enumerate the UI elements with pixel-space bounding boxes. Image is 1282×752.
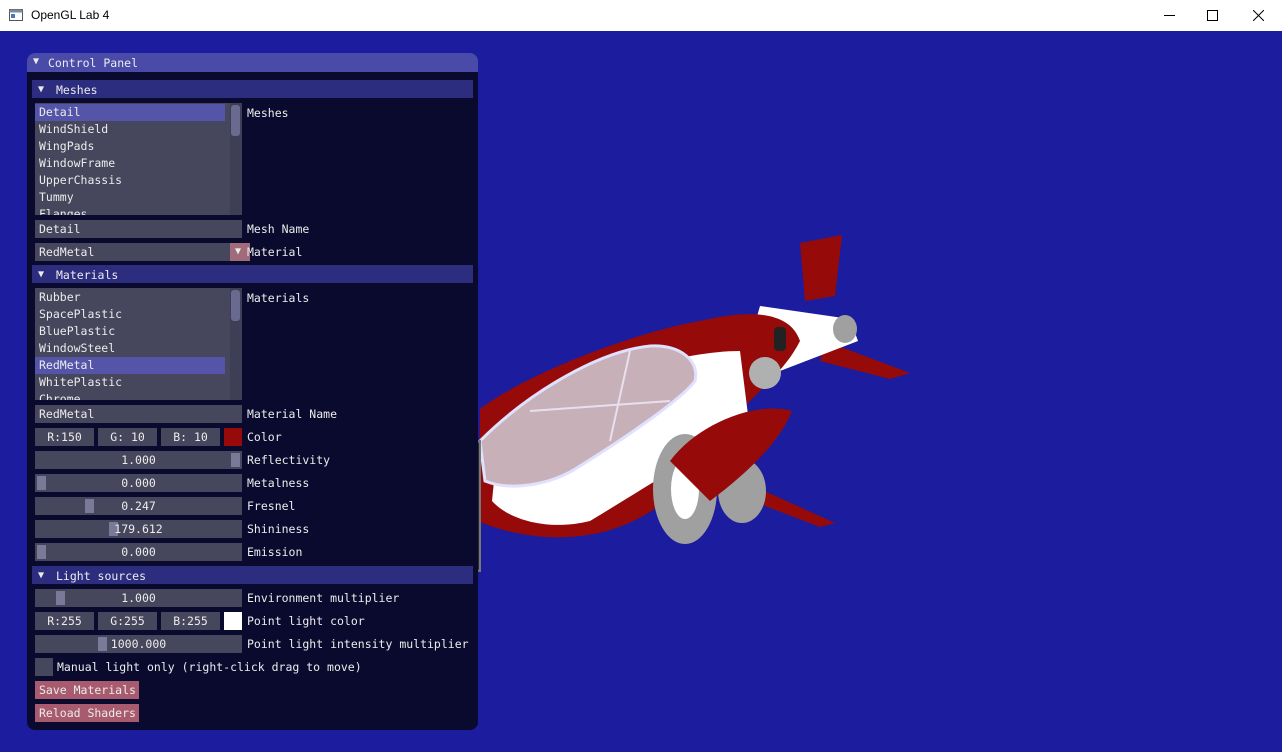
control-panel-header[interactable]: ▼ Control Panel [27,53,478,72]
light-color-swatch[interactable] [224,612,242,630]
color-b-input[interactable]: B: 10 [161,428,220,446]
list-item[interactable]: WindowSteel [35,340,225,357]
shininess-label: Shininess [247,522,310,536]
list-item[interactable]: WingPads [35,138,225,155]
reload-shaders-button[interactable]: Reload Shaders [35,704,139,722]
close-icon [1252,10,1264,21]
manual-light-label: Manual light only (right-click drag to m… [57,660,362,674]
emission-label: Emission [247,545,303,559]
shininess-slider[interactable]: 179.612 [35,520,242,538]
list-item[interactable]: Chrome [35,391,225,400]
point-light-intensity-label: Point light intensity multiplier [247,637,469,651]
material-name-input[interactable]: RedMetal [35,405,242,423]
maximize-button[interactable] [1189,0,1235,31]
list-item[interactable]: UpperChassis [35,172,225,189]
control-panel: ▼ Control Panel ▼ Meshes Detail WindShie… [27,53,478,730]
list-item[interactable]: WindShield [35,121,225,138]
material-combo[interactable]: RedMetal ▼ [35,243,250,261]
triangle-down-icon: ▼ [38,269,45,280]
list-item[interactable]: Detail [35,104,225,121]
environment-multiplier-slider[interactable]: 1.000 [35,589,242,607]
list-item[interactable]: Tummy [35,189,225,206]
emission-slider[interactable]: 0.000 [35,543,242,561]
list-item[interactable]: WindowFrame [35,155,225,172]
light-sources-section-header[interactable]: ▼ Light sources [32,566,473,584]
meshes-listbox[interactable]: Detail WindShield WingPads WindowFrame U… [35,103,242,215]
app-icon [9,9,23,21]
light-color-b-input[interactable]: B:255 [161,612,220,630]
material-name-label: Material Name [247,407,338,421]
list-item[interactable]: RedMetal [35,357,225,374]
maximize-icon [1206,10,1218,21]
title-bar: OpenGL Lab 4 [0,0,1282,31]
fresnel-slider[interactable]: 0.247 [35,497,242,515]
point-light-color-label: Point light color [247,614,365,628]
minimize-button[interactable] [1146,0,1192,31]
environment-multiplier-label: Environment multiplier [247,591,400,605]
control-panel-title: Control Panel [48,56,139,70]
metalness-label: Metalness [247,476,310,490]
meshes-list-label: Meshes [247,106,289,120]
light-color-r-input[interactable]: R:255 [35,612,94,630]
color-r-input[interactable]: R:150 [35,428,94,446]
materials-section-header[interactable]: ▼ Materials [32,265,473,283]
triangle-down-icon: ▼ [235,246,242,257]
list-item[interactable]: Rubber [35,289,225,306]
close-button[interactable] [1235,0,1281,31]
material-color-swatch[interactable] [224,428,242,446]
list-item[interactable]: SpacePlastic [35,306,225,323]
window-title: OpenGL Lab 4 [31,8,110,22]
list-item[interactable]: BluePlastic [35,323,225,340]
reflectivity-label: Reflectivity [247,453,331,467]
save-materials-button[interactable]: Save Materials [35,681,139,699]
color-g-input[interactable]: G: 10 [98,428,157,446]
mesh-name-label: Mesh Name [247,222,310,236]
list-item[interactable]: WhitePlastic [35,374,225,391]
materials-scroll-thumb[interactable] [231,290,240,321]
meshes-section-header[interactable]: ▼ Meshes [32,80,473,98]
mesh-name-input[interactable]: Detail [35,220,242,238]
point-light-intensity-slider[interactable]: 1000.000 [35,635,242,653]
metalness-slider[interactable]: 0.000 [35,474,242,492]
list-item[interactable]: Flanges [35,206,225,215]
fresnel-label: Fresnel [247,499,296,513]
triangle-down-icon: ▼ [33,56,40,67]
meshes-scroll-thumb[interactable] [231,105,240,136]
minimize-icon [1163,15,1175,16]
color-label: Color [247,430,282,444]
light-color-g-input[interactable]: G:255 [98,612,157,630]
reflectivity-slider[interactable]: 1.000 [35,451,242,469]
materials-listbox[interactable]: Rubber SpacePlastic BluePlastic WindowSt… [35,288,242,400]
triangle-down-icon: ▼ [38,570,45,581]
material-label: Material [247,245,303,259]
manual-light-checkbox[interactable] [35,658,53,676]
materials-list-label: Materials [247,291,310,305]
triangle-down-icon: ▼ [38,84,45,95]
